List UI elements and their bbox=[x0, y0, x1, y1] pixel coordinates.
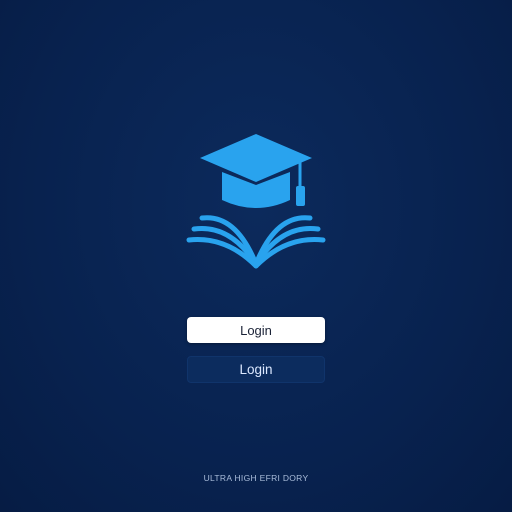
graduation-cap-book-icon bbox=[186, 134, 326, 269]
cap-board bbox=[200, 134, 312, 182]
login-button[interactable]: Login bbox=[187, 317, 325, 343]
cap-tassel bbox=[296, 186, 305, 206]
footer-text: ULTRA HIGH EFRI DORY bbox=[203, 473, 309, 483]
secondary-login-button[interactable]: Login bbox=[187, 356, 325, 383]
